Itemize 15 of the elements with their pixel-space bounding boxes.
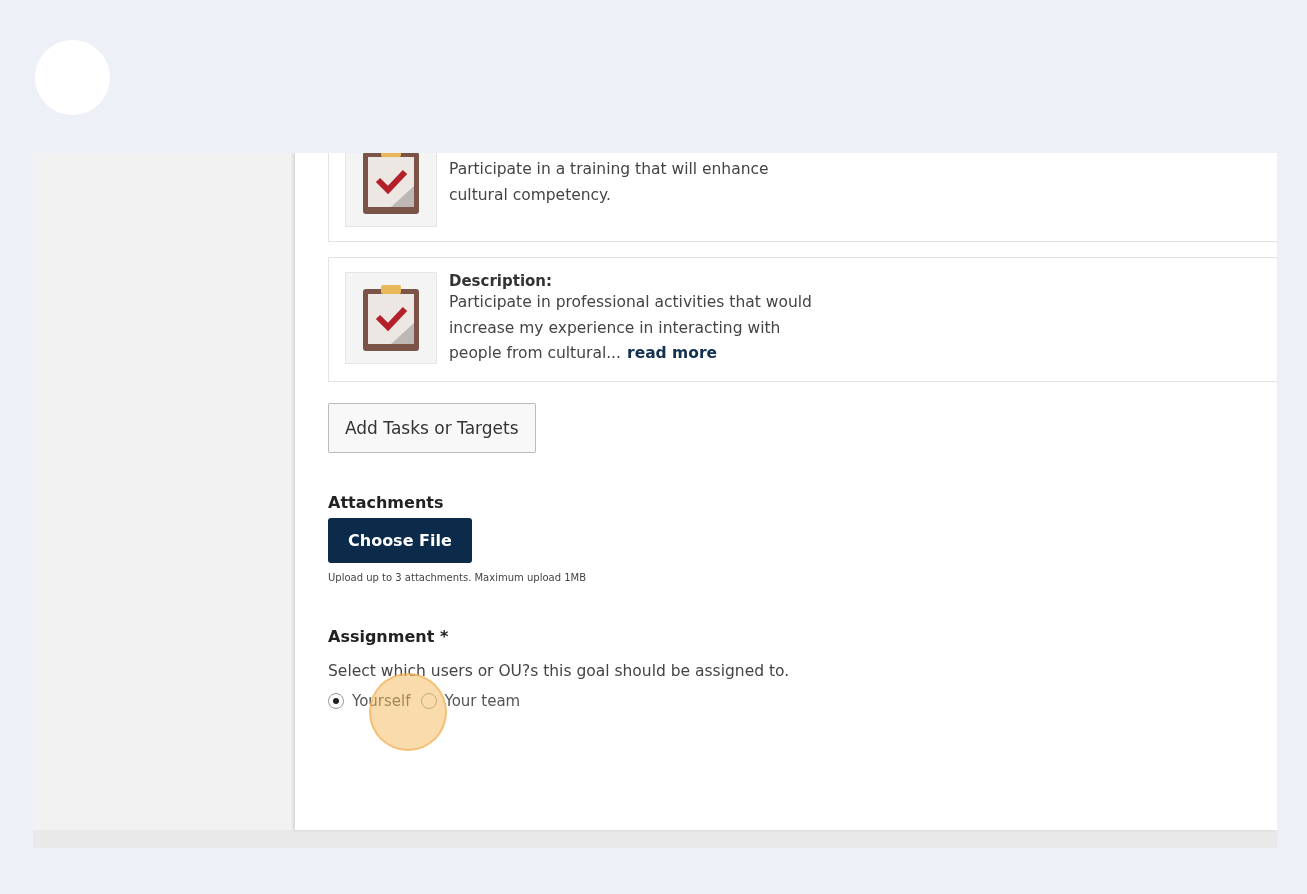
description-heading: Description: — [449, 272, 553, 290]
radio-button[interactable] — [420, 692, 437, 709]
add-tasks-button[interactable]: Add Tasks or Targets — [328, 402, 536, 453]
radio-label: Your team — [444, 691, 521, 710]
upload-hint: Upload up to 3 attachments. Maximum upload 1MB — [328, 571, 588, 583]
task-description: Participate in professional activities that would increase my experience in interacting with people from cultural... read more — [449, 292, 813, 364]
choose-file-button[interactable]: Choose File — [328, 517, 472, 563]
assignment-label: Assignment * — [328, 626, 450, 646]
read-more-link[interactable]: read more — [627, 344, 718, 362]
assignment-help: Select which users or OU?s this goal should be assigned to. — [328, 661, 791, 680]
attachments-label: Attachments — [328, 492, 445, 512]
clipboard-check-icon — [361, 283, 421, 353]
assignment-radio[interactable]: Your team — [420, 691, 521, 710]
task-description: Participate in a training that will enhance cultural competency. — [449, 159, 770, 206]
radio-button[interactable] — [328, 692, 344, 709]
